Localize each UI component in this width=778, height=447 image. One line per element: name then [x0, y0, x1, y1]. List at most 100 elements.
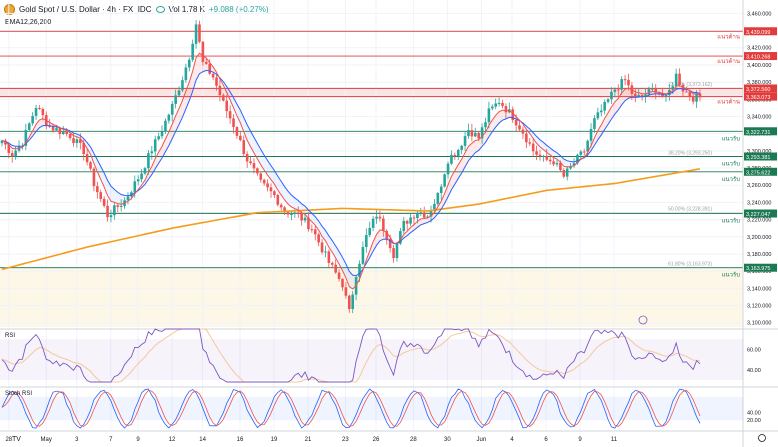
candle-body	[678, 73, 681, 85]
price-tick-label: 3,340.000	[747, 114, 771, 120]
candle-body	[235, 127, 239, 136]
candle-body	[358, 263, 361, 277]
candle-body	[276, 195, 280, 205]
candle-body	[293, 212, 297, 215]
candle-body	[187, 59, 191, 68]
time-tick-label: 23	[342, 437, 349, 443]
candle-body	[68, 134, 72, 139]
candle-body	[266, 183, 269, 188]
candle-body	[184, 67, 188, 81]
time-tick-label: 11	[611, 437, 618, 443]
candle-body	[606, 99, 610, 102]
candle-body	[450, 154, 453, 164]
candle-body	[157, 136, 160, 140]
candle-body	[85, 154, 89, 163]
candle-body	[286, 212, 290, 215]
candle-body	[651, 88, 654, 90]
candle-body	[330, 262, 334, 265]
candle-body	[487, 108, 491, 123]
candle-body	[688, 91, 692, 97]
candle-body	[341, 278, 344, 288]
candle-body	[256, 168, 259, 174]
candle-body	[463, 136, 467, 146]
candle-body	[365, 235, 368, 248]
level-tag-resistance: แนวต้าน	[717, 33, 740, 40]
candle-body	[327, 251, 331, 263]
candle-body	[470, 130, 474, 137]
lower-zone-shade	[0, 267, 743, 327]
candle-body	[262, 179, 266, 184]
time-tick-label: 30	[444, 437, 451, 443]
time-tick-label: 12	[169, 437, 176, 443]
price-badge-label: 3,163.975	[746, 266, 770, 272]
candle-body	[174, 95, 177, 104]
candle-body	[378, 216, 382, 219]
candle-body	[416, 212, 419, 219]
candle-body	[102, 198, 106, 206]
candle-body	[177, 90, 181, 96]
candle-body	[412, 217, 416, 219]
level-tag-support: แนวรับ	[722, 161, 741, 168]
candle-body	[201, 41, 205, 62]
candle-body	[613, 89, 617, 92]
candle-body	[685, 91, 688, 93]
candle-body	[579, 151, 583, 155]
candle-body	[96, 186, 99, 193]
candle-body	[494, 103, 498, 107]
candle-body	[228, 111, 232, 119]
candle-body	[147, 153, 150, 169]
level-tag-support: แนวรับ	[722, 135, 741, 142]
candle-body	[562, 170, 566, 177]
price-tick-label: 3,200.000	[747, 235, 771, 241]
candle-body	[61, 131, 65, 134]
rsi-tick: 40.00	[747, 368, 761, 374]
candle-body	[106, 205, 109, 218]
price-badge-label: 3,293.381	[746, 155, 770, 161]
candle-body	[31, 115, 34, 124]
candle-body	[273, 191, 276, 196]
fib-label: 50.00% (3,228.391)	[668, 206, 712, 212]
candle-body	[375, 216, 378, 219]
candle-body	[674, 73, 678, 87]
candle-body	[317, 234, 320, 243]
candle-body	[535, 151, 538, 155]
candle-body	[361, 247, 365, 264]
price-tick-label: 3,420.000	[747, 46, 771, 52]
candle-body	[405, 220, 409, 224]
candle-body	[41, 108, 45, 116]
candle-body	[504, 106, 508, 113]
price-badge-label: 3,372.560	[746, 87, 770, 93]
candle-body	[164, 120, 167, 132]
candle-body	[167, 114, 171, 121]
candle-body	[616, 89, 620, 91]
candle-body	[245, 153, 249, 162]
candle-body	[126, 196, 130, 201]
candle-body	[10, 152, 14, 157]
price-tick-label: 3,100.000	[747, 321, 771, 327]
candle-body	[334, 264, 337, 273]
price-tick-label: 3,260.000	[747, 183, 771, 189]
time-tick-label: May	[41, 437, 52, 443]
candle-body	[150, 151, 154, 154]
candle-body	[249, 161, 252, 164]
tradingview-logo-icon: TV	[12, 436, 21, 443]
candle-body	[368, 227, 372, 236]
candle-body	[133, 181, 137, 193]
candle-body	[198, 24, 201, 42]
candle-body	[351, 294, 355, 309]
candle-body	[521, 129, 525, 134]
candle-body	[525, 133, 528, 143]
candle-body	[99, 192, 103, 199]
candle-body	[65, 131, 68, 135]
time-tick-label: 4	[510, 437, 514, 443]
candle-body	[439, 186, 443, 194]
candle-body	[593, 118, 596, 130]
candle-body	[320, 242, 324, 253]
candle-body	[552, 161, 555, 165]
time-tick-label: Jun	[477, 437, 487, 443]
price-chart[interactable]: 23.60% (3,373.162) 38.20% (3,293.250) 50.0…	[0, 0, 778, 447]
candle-body	[664, 95, 668, 97]
candle-body	[565, 168, 569, 177]
candle-body	[634, 93, 637, 98]
candle-body	[538, 154, 542, 157]
